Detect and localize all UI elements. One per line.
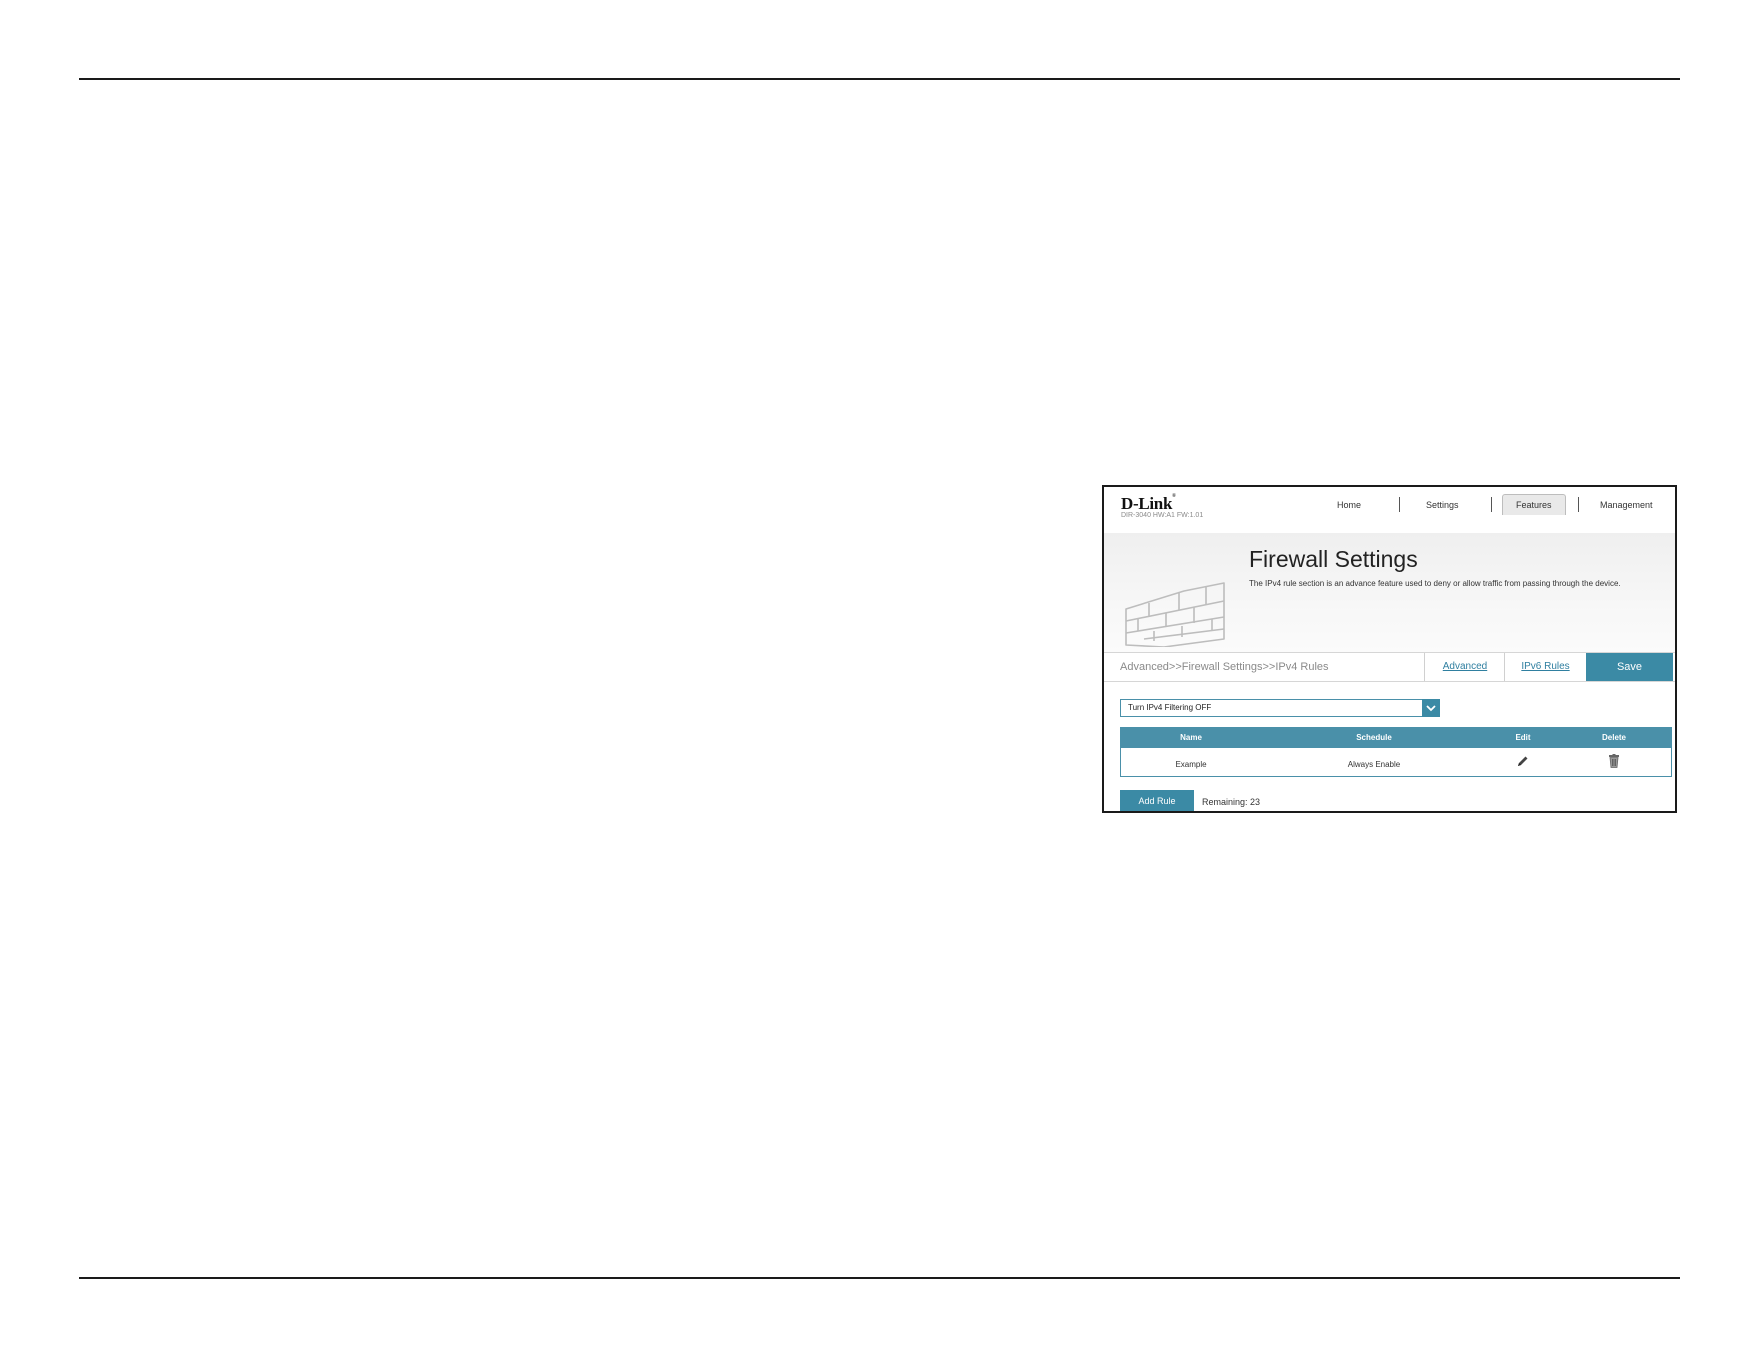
brick-wall-icon (1125, 582, 1225, 647)
ipv4-filtering-select[interactable]: Turn IPv4 Filtering OFF (1120, 699, 1440, 717)
column-header-name: Name (1180, 733, 1202, 742)
page-top-rule (79, 78, 1680, 80)
breadcrumb: Advanced>>Firewall Settings>>IPv4 Rules (1120, 661, 1329, 673)
ipv6-rules-link[interactable]: IPv6 Rules (1504, 653, 1586, 681)
router-ui-screenshot: D-Link® DIR-3040 HW:A1 FW:1.01 Home Sett… (1102, 485, 1677, 813)
chevron-down-icon[interactable] (1422, 699, 1440, 717)
rule-schedule: Always Enable (1347, 760, 1401, 769)
nav-features[interactable]: Features (1502, 494, 1566, 515)
rule-name: Example (1175, 760, 1207, 769)
breadcrumb-bar: Advanced>>Firewall Settings>>IPv4 Rules … (1104, 652, 1675, 682)
table-header-row: Name Schedule Edit Delete (1121, 728, 1671, 748)
delete-trash-icon[interactable] (1609, 754, 1620, 773)
page-bottom-rule (79, 1277, 1680, 1279)
remaining-count: Remaining: 23 (1202, 797, 1261, 807)
edit-pencil-icon[interactable] (1517, 754, 1529, 772)
rules-table: Name Schedule Edit Delete Example Always… (1120, 727, 1672, 777)
page-description: The IPv4 rule section is an advance feat… (1249, 579, 1621, 588)
nav-settings[interactable]: Settings (1426, 500, 1459, 510)
column-header-delete: Delete (1601, 733, 1627, 742)
add-rule-button[interactable]: Add Rule (1120, 790, 1194, 811)
page-banner: Firewall Settings The IPv4 rule section … (1104, 533, 1675, 652)
top-navigation-bar: D-Link® DIR-3040 HW:A1 FW:1.01 Home Sett… (1104, 487, 1675, 534)
nav-separator (1399, 497, 1400, 512)
nav-home[interactable]: Home (1337, 500, 1361, 510)
select-value: Turn IPv4 Filtering OFF (1128, 703, 1212, 712)
column-header-schedule: Schedule (1356, 733, 1392, 742)
nav-separator (1491, 497, 1492, 512)
column-header-edit: Edit (1515, 733, 1531, 742)
model-info: DIR-3040 HW:A1 FW:1.01 (1121, 512, 1204, 519)
advanced-link[interactable]: Advanced (1424, 653, 1505, 681)
page-title: Firewall Settings (1249, 546, 1418, 572)
nav-management[interactable]: Management (1600, 500, 1653, 510)
dlink-logo: D-Link® (1121, 494, 1176, 513)
nav-separator (1578, 497, 1579, 512)
save-button[interactable]: Save (1586, 653, 1673, 681)
